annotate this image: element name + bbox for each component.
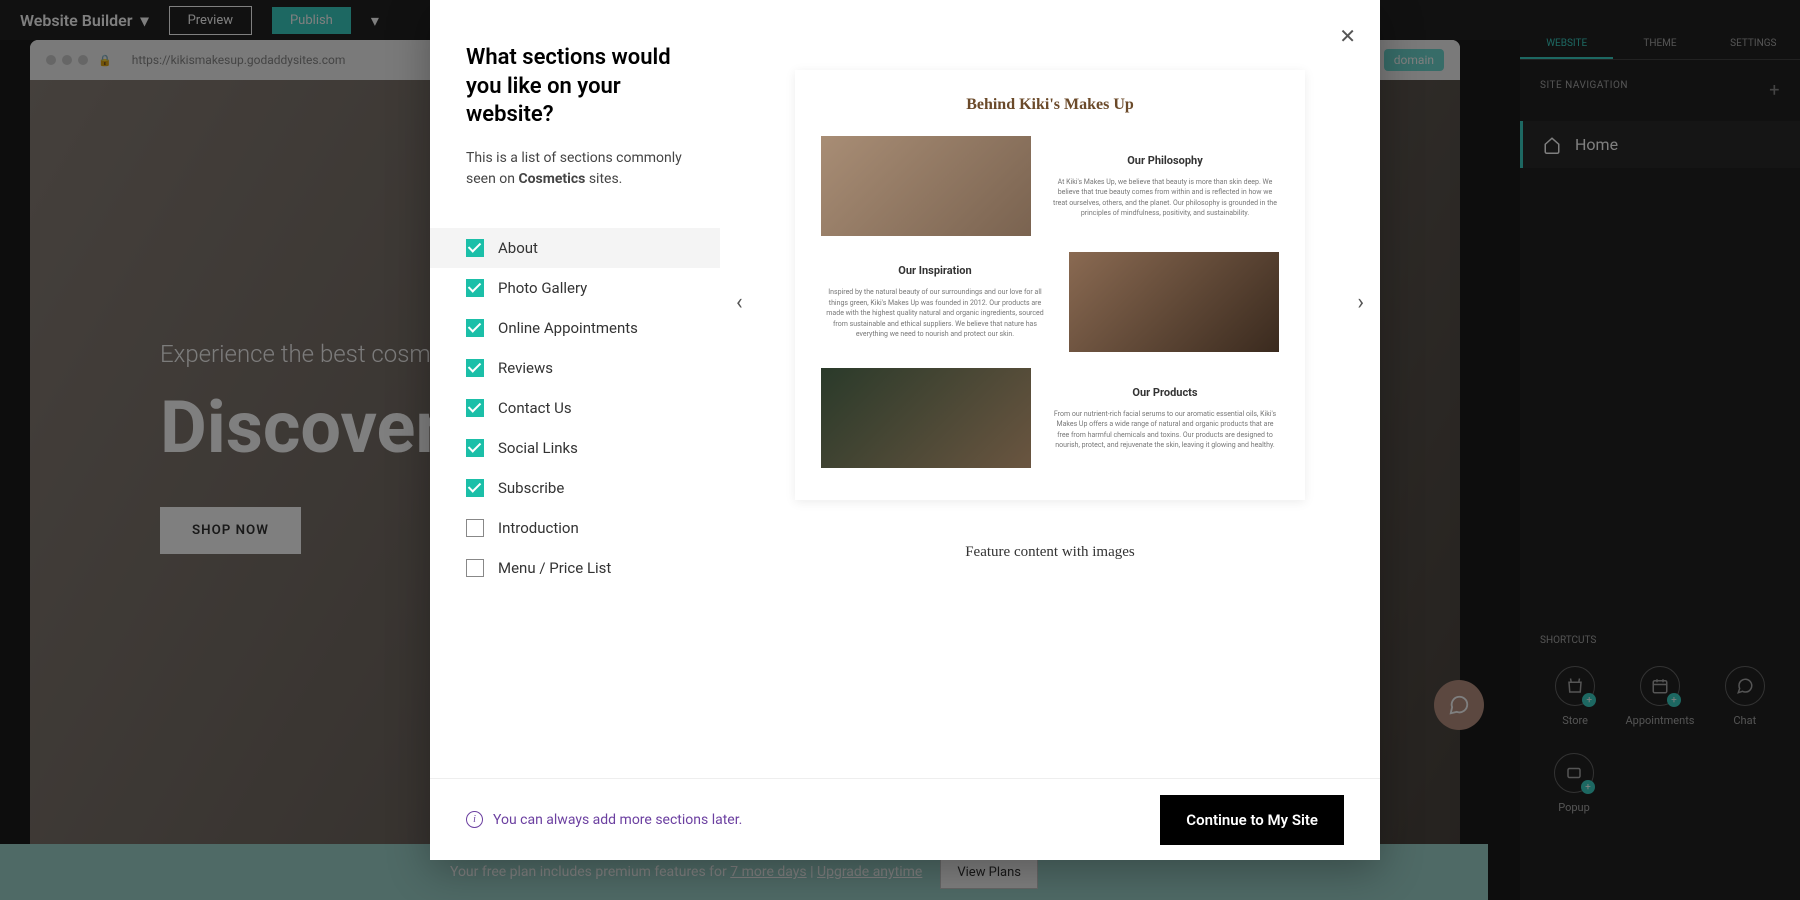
checkbox[interactable] bbox=[466, 479, 484, 497]
preview-image bbox=[821, 136, 1031, 236]
chevron-left-icon[interactable]: ‹ bbox=[736, 290, 743, 315]
preview-image bbox=[1069, 252, 1279, 352]
checkbox[interactable] bbox=[466, 279, 484, 297]
section-label: Online Appointments bbox=[498, 319, 638, 337]
checkbox[interactable] bbox=[466, 239, 484, 257]
section-row-about[interactable]: About bbox=[430, 228, 720, 268]
modal-preview-panel: ‹ › Behind Kiki's Makes Up Our Philosoph… bbox=[720, 0, 1380, 778]
preview-caption: Feature content with images bbox=[795, 544, 1305, 561]
section-label: Subscribe bbox=[498, 479, 564, 497]
modal-left-panel: What sections would you like on your web… bbox=[430, 0, 720, 778]
section-label: About bbox=[498, 239, 538, 257]
section-label: Menu / Price List bbox=[498, 559, 611, 577]
section-row-menu-price-list[interactable]: Menu / Price List bbox=[430, 548, 720, 588]
checkbox[interactable] bbox=[466, 519, 484, 537]
checkbox[interactable] bbox=[466, 359, 484, 377]
modal-footer: i You can always add more sections later… bbox=[430, 778, 1380, 860]
modal-subtitle: This is a list of sections commonly seen… bbox=[466, 148, 684, 190]
preview-image bbox=[821, 368, 1031, 468]
section-label: Contact Us bbox=[498, 399, 572, 417]
section-row-contact-us[interactable]: Contact Us bbox=[430, 388, 720, 428]
section-row-reviews[interactable]: Reviews bbox=[430, 348, 720, 388]
checkbox[interactable] bbox=[466, 439, 484, 457]
section-row-photo-gallery[interactable]: Photo Gallery bbox=[430, 268, 720, 308]
footer-info-text: You can always add more sections later. bbox=[493, 812, 742, 828]
section-row-social-links[interactable]: Social Links bbox=[430, 428, 720, 468]
checkbox[interactable] bbox=[466, 399, 484, 417]
info-icon: i bbox=[466, 811, 483, 828]
sections-modal: ✕ What sections would you like on your w… bbox=[430, 0, 1380, 860]
section-label: Introduction bbox=[498, 519, 579, 537]
checkbox[interactable] bbox=[466, 319, 484, 337]
chevron-right-icon[interactable]: › bbox=[1357, 290, 1364, 315]
section-list: About Photo Gallery Online Appointments Rev… bbox=[430, 228, 720, 588]
section-row-online-appointments[interactable]: Online Appointments bbox=[430, 308, 720, 348]
section-row-subscribe[interactable]: Subscribe bbox=[430, 468, 720, 508]
checkbox[interactable] bbox=[466, 559, 484, 577]
continue-button[interactable]: Continue to My Site bbox=[1160, 795, 1344, 845]
section-label: Reviews bbox=[498, 359, 553, 377]
section-row-introduction[interactable]: Introduction bbox=[430, 508, 720, 548]
preview-card: Behind Kiki's Makes Up Our PhilosophyAt … bbox=[795, 70, 1305, 500]
section-label: Photo Gallery bbox=[498, 279, 587, 297]
section-label: Social Links bbox=[498, 439, 578, 457]
preview-title: Behind Kiki's Makes Up bbox=[821, 96, 1279, 114]
modal-title: What sections would you like on your web… bbox=[466, 44, 684, 130]
